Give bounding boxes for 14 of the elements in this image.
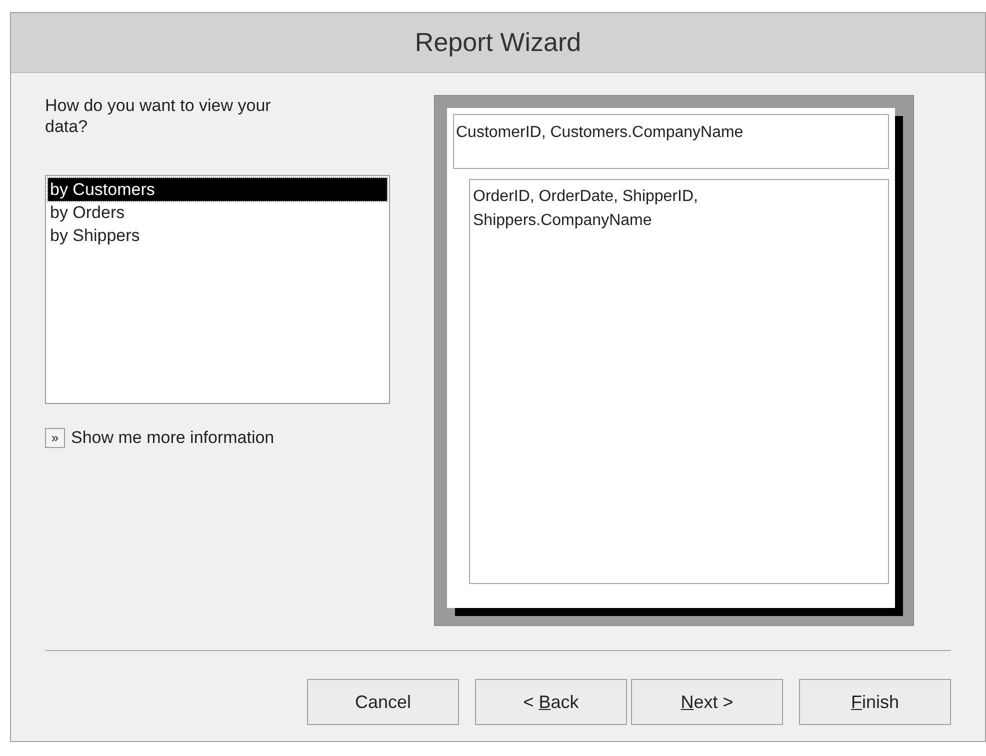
view-listbox[interactable]: by Customers by Orders by Shippers xyxy=(45,175,390,404)
detail-text: OrderID, OrderDate, ShipperID, Shippers.CompanyName xyxy=(473,187,699,231)
window-title: Report Wizard xyxy=(414,26,582,59)
prompt-text: How do you want to view your data? xyxy=(45,95,272,137)
wizard-button[interactable]: Finish xyxy=(799,679,951,725)
group-header-text: CustomerID, Customers.CompanyName xyxy=(456,124,744,141)
wizard-button[interactable]: < Back xyxy=(475,679,627,725)
cancel-button[interactable]: Cancel xyxy=(307,679,459,725)
list-item[interactable]: by Shippers xyxy=(48,224,387,247)
expand-button[interactable]: » xyxy=(45,428,65,448)
more-info-link[interactable]: Show me more information xyxy=(71,425,274,450)
list-item[interactable]: by Customers xyxy=(48,178,387,201)
wizard-button[interactable]: Next > xyxy=(631,679,783,725)
list-item[interactable]: by Orders xyxy=(48,201,387,224)
